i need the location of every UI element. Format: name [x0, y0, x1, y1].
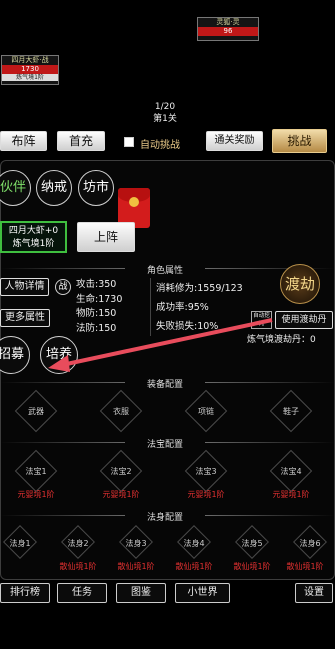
avatar-4-label: 法身4 [183, 539, 205, 548]
treasure-2-label: 法宝2 [110, 467, 132, 476]
codex-button[interactable]: 图鉴 [116, 583, 166, 603]
stat-life: 生命:1730 [76, 293, 123, 305]
avatar-2-realm: 散仙境1阶 [59, 562, 97, 571]
avatar-5-label: 法身5 [241, 539, 263, 548]
equip-weapon-label: 武器 [28, 407, 44, 416]
battle-badge[interactable]: 战 [55, 279, 71, 295]
treasure-1-label: 法宝1 [25, 467, 47, 476]
challenge-button[interactable]: 挑战 [272, 129, 327, 153]
clear-reward-button[interactable]: 通关奖励 [206, 131, 263, 151]
treasure-2-realm: 元婴境1阶 [102, 490, 140, 499]
auto-challenge-checkbox[interactable] [124, 137, 134, 147]
avatar-1-label: 法身1 [9, 539, 31, 548]
player-unit-name: 四月大虾·战 [11, 56, 49, 64]
stat-attack: 攻击:350 [76, 279, 117, 290]
attributes-header: 角色属性 [125, 263, 205, 276]
tribulation-logo[interactable]: 渡劫 [280, 264, 320, 304]
avatar-3-realm: 散仙境1阶 [117, 562, 155, 571]
auto-challenge-label: 自动挑战 [140, 140, 180, 151]
avatar-3-label: 法身3 [125, 539, 147, 548]
character-card[interactable]: 四月大虾+0 炼气境1阶 [0, 221, 67, 253]
equip-shoes-label: 鞋子 [283, 407, 299, 416]
avatar-5-realm: 散仙境1阶 [233, 562, 271, 571]
character-details-button[interactable]: 人物详情 [0, 278, 49, 296]
enemy-name: 灵狐·灵 [216, 18, 240, 26]
stat-cultivation: 消耗修为:1559/123 [156, 283, 243, 294]
rank-button[interactable]: 排行榜 [0, 583, 50, 603]
use-tribulation-pill-button[interactable]: 使用渡劫丹 [275, 311, 333, 329]
equip-clothes-label: 衣服 [113, 407, 129, 416]
avatar-6-label: 法身6 [299, 539, 321, 548]
treasure-1-realm: 元婴境1阶 [17, 490, 55, 499]
player-unit-card[interactable]: 四月大虾·战 1730 炼气境1阶 [1, 55, 59, 85]
first-recharge-button[interactable]: 首充 [57, 131, 105, 151]
treasure-3-label: 法宝3 [195, 467, 217, 476]
player-hp-bar: 1730 [2, 65, 58, 74]
ring-button[interactable]: 纳戒 [36, 170, 72, 206]
wave-level: 第1关 [153, 114, 177, 124]
wave-info: 1/20 第1关 [140, 101, 190, 125]
small-world-button[interactable]: 小世界 [175, 583, 230, 603]
character-realm: 炼气境1阶 [12, 239, 55, 249]
deploy-button[interactable]: 上阵 [77, 222, 135, 252]
treasure-3-realm: 元婴境1阶 [187, 490, 225, 499]
task-button[interactable]: 任务 [57, 583, 107, 603]
tutorial-arrow-icon [48, 318, 273, 372]
treasure-4-label: 法宝4 [280, 467, 302, 476]
wave-counter: 1/20 [154, 102, 176, 112]
formation-button[interactable]: 布阵 [0, 131, 47, 151]
enemy-card[interactable]: 灵狐·灵 96 [197, 17, 259, 41]
avatar-4-realm: 散仙境1阶 [175, 562, 213, 571]
avatar-header: 法身配置 [125, 510, 205, 523]
avatar-2-label: 法身2 [67, 539, 89, 548]
enemy-hp-bar: 96 [198, 27, 258, 36]
equip-necklace-label: 项链 [198, 407, 214, 416]
character-name: 四月大虾+0 [8, 226, 59, 236]
player-unit-realm: 炼气境1阶 [2, 74, 58, 81]
settings-button[interactable]: 设置 [295, 583, 333, 603]
market-button[interactable]: 坊市 [78, 170, 114, 206]
equipment-header: 装备配置 [125, 377, 205, 390]
avatar-6-realm: 散仙境1阶 [286, 562, 324, 571]
treasure-4-realm: 元婴境1阶 [272, 490, 310, 499]
treasure-header: 法宝配置 [125, 437, 205, 450]
